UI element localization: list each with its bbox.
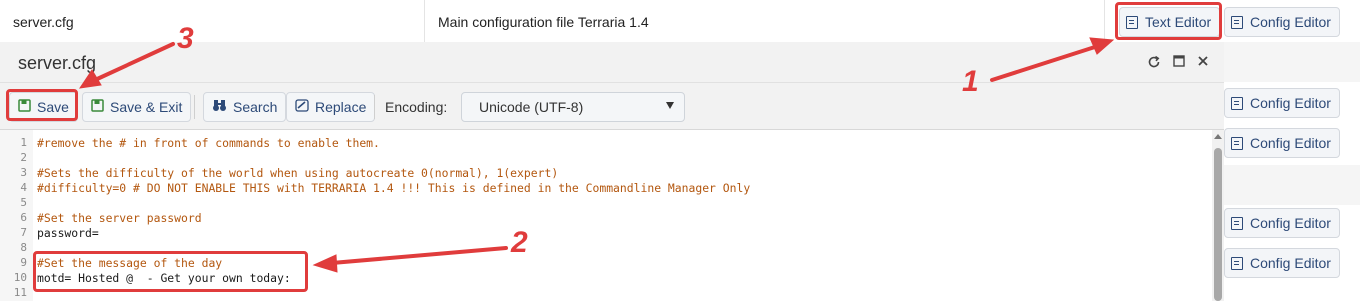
arrow-1 [990,44,1100,82]
arrow-2 [330,246,508,265]
arrow-3 [93,42,175,82]
arrow-1-head [1089,37,1115,55]
annotation-number-1: 1 [962,65,979,98]
arrow-3-head [78,69,102,89]
annotation-number-3: 3 [177,22,194,55]
annotation-arrows [78,37,1115,273]
arrow-2-head [312,254,338,273]
annotation-number-2: 2 [511,226,528,259]
